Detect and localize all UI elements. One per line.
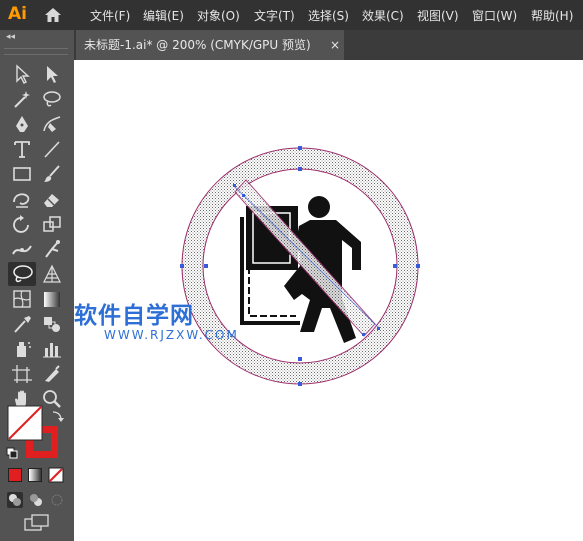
slice-tool-icon[interactable] <box>40 363 64 385</box>
document-tab-title: 未标题-1.ai* @ 200% (CMYK/GPU 预览) <box>84 38 311 52</box>
none-mode-icon[interactable] <box>48 467 64 483</box>
curvature-tool-icon[interactable] <box>40 113 64 135</box>
menu-select[interactable]: 选择(S) <box>308 7 349 24</box>
mesh-tool-icon[interactable] <box>10 288 34 310</box>
draw-normal-button[interactable] <box>7 492 23 508</box>
panel-grip[interactable] <box>4 48 68 55</box>
lasso-alt-tool-icon[interactable] <box>40 88 64 110</box>
fill-stroke-swatches[interactable] <box>6 404 68 476</box>
watermark-title: 软件自学网 <box>74 303 194 329</box>
lasso-tool-icon <box>13 265 33 283</box>
shaper-tool-icon[interactable] <box>10 188 34 210</box>
screen-mode-icon[interactable] <box>24 514 50 532</box>
color-mode-button[interactable] <box>8 468 22 482</box>
home-icon[interactable] <box>44 6 62 24</box>
pen-tool-icon[interactable] <box>10 113 34 135</box>
artboard-canvas[interactable]: 软件自学网 WWW.RJZXW.COM <box>74 60 583 541</box>
collapse-panel-icon[interactable]: ◂◂ <box>6 32 15 42</box>
gradient-mode-button[interactable] <box>28 468 42 482</box>
menu-type[interactable]: 文字(T) <box>254 7 295 24</box>
gradient-tool-icon[interactable] <box>40 288 64 310</box>
document-tab-bar: 未标题-1.ai* @ 200% (CMYK/GPU 预览) × <box>74 30 583 60</box>
magic-wand-tool-icon[interactable] <box>10 88 34 110</box>
rectangle-tool-icon[interactable] <box>10 163 34 185</box>
column-graph-tool-icon[interactable] <box>40 338 64 360</box>
blend-tool-icon[interactable] <box>40 313 64 335</box>
watermark-url: WWW.RJZXW.COM <box>104 328 239 342</box>
draw-normal-icon <box>9 494 21 506</box>
puppet-warp-tool-icon[interactable] <box>40 238 64 260</box>
type-tool-icon[interactable] <box>10 138 34 160</box>
direct-selection-tool-icon[interactable] <box>40 63 64 85</box>
menu-window[interactable]: 窗口(W) <box>472 7 517 24</box>
watermark: 软件自学网 WWW.RJZXW.COM <box>74 296 239 342</box>
menu-bar: Ai 文件(F) 编辑(E) 对象(O) 文字(T) 选择(S) 效果(C) 视… <box>0 0 583 30</box>
menu-view[interactable]: 视图(V) <box>417 7 459 24</box>
menu-file[interactable]: 文件(F) <box>90 7 130 24</box>
ai-logo: Ai <box>8 4 27 24</box>
menu-object[interactable]: 对象(O) <box>197 7 240 24</box>
width-tool-icon[interactable] <box>10 238 34 260</box>
menu-help[interactable]: 帮助(H) <box>531 7 573 24</box>
line-segment-tool-icon[interactable] <box>40 138 64 160</box>
perspective-grid-tool-icon[interactable] <box>40 263 64 285</box>
scale-tool-icon[interactable] <box>40 213 64 235</box>
eyedropper-tool-icon[interactable] <box>10 313 34 335</box>
menu-effect[interactable]: 效果(C) <box>362 7 404 24</box>
menu-edit[interactable]: 编辑(E) <box>143 7 184 24</box>
draw-inside-icon[interactable] <box>49 492 65 508</box>
draw-behind-icon[interactable] <box>28 492 44 508</box>
tools-panel: ◂◂ <box>0 30 75 541</box>
artboard-tool-icon[interactable] <box>10 363 34 385</box>
document-tab[interactable]: 未标题-1.ai* @ 200% (CMYK/GPU 预览) × <box>76 30 344 60</box>
paintbrush-tool-icon[interactable] <box>40 163 64 185</box>
rotate-tool-icon[interactable] <box>10 213 34 235</box>
lasso-tool-button[interactable] <box>8 262 36 286</box>
selection-tool-icon[interactable] <box>10 63 34 85</box>
eraser-tool-icon[interactable] <box>40 188 64 210</box>
symbol-sprayer-tool-icon[interactable] <box>10 338 34 360</box>
close-icon[interactable]: × <box>330 30 340 60</box>
